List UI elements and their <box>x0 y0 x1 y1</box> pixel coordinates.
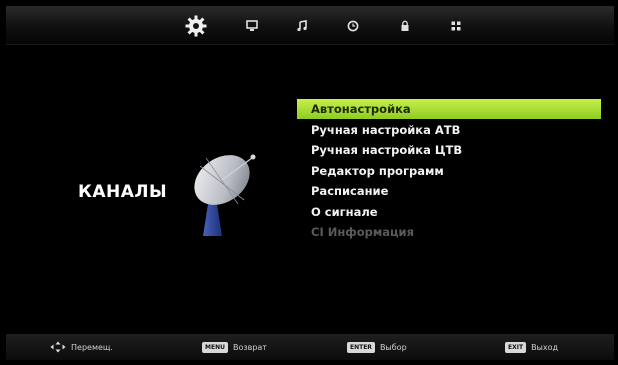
menu-item-atv-manual-tuning[interactable]: Ручная настройка АТВ <box>297 120 601 140</box>
section-title: КАНАЛЫ <box>78 182 168 202</box>
satellite-dish-icon <box>194 154 256 236</box>
menu-item-schedule[interactable]: Расписание <box>297 181 601 201</box>
menu-item-auto-tuning[interactable]: Автонастройка <box>297 99 601 119</box>
menu-item-program-editor[interactable]: Редактор программ <box>297 161 601 181</box>
hint-exit: EXIT Выход <box>505 340 558 354</box>
hint-bar: Перемещ. MENU Возврат ENTER Выбор EXIT В… <box>6 334 614 360</box>
enter-key-icon: ENTER <box>347 341 375 353</box>
channel-menu: Автонастройка Ручная настройка АТВ Ручна… <box>297 99 601 243</box>
clock-icon[interactable] <box>339 12 367 40</box>
tv-menu-screen: КАНАЛЫ Автонастройка Ручная настройка АТ… <box>0 0 618 365</box>
exit-key-icon: EXIT <box>505 341 527 353</box>
hint-select-label: Выбор <box>379 342 407 352</box>
menu-key-icon: MENU <box>202 341 228 353</box>
navigate-arrows-icon <box>50 341 66 353</box>
tv-icon[interactable] <box>238 12 266 40</box>
music-note-icon[interactable] <box>288 12 316 40</box>
hint-select: ENTER Выбор <box>347 340 407 354</box>
hint-exit-label: Выход <box>531 342 559 352</box>
menu-item-ci-info: CI Информация <box>311 225 414 239</box>
menu-item-signal-info[interactable]: О сигнале <box>297 202 601 222</box>
gear-icon[interactable] <box>182 12 210 40</box>
grid-icon[interactable] <box>442 12 470 40</box>
lock-icon[interactable] <box>391 12 419 40</box>
hint-back: MENU Возврат <box>202 340 267 354</box>
menu-item-dtv-manual-tuning[interactable]: Ручная настройка ЦТВ <box>297 140 601 160</box>
hint-move: Перемещ. <box>50 340 113 354</box>
hint-back-label: Возврат <box>232 342 267 352</box>
hint-move-label: Перемещ. <box>71 342 113 352</box>
category-bar <box>6 6 614 45</box>
